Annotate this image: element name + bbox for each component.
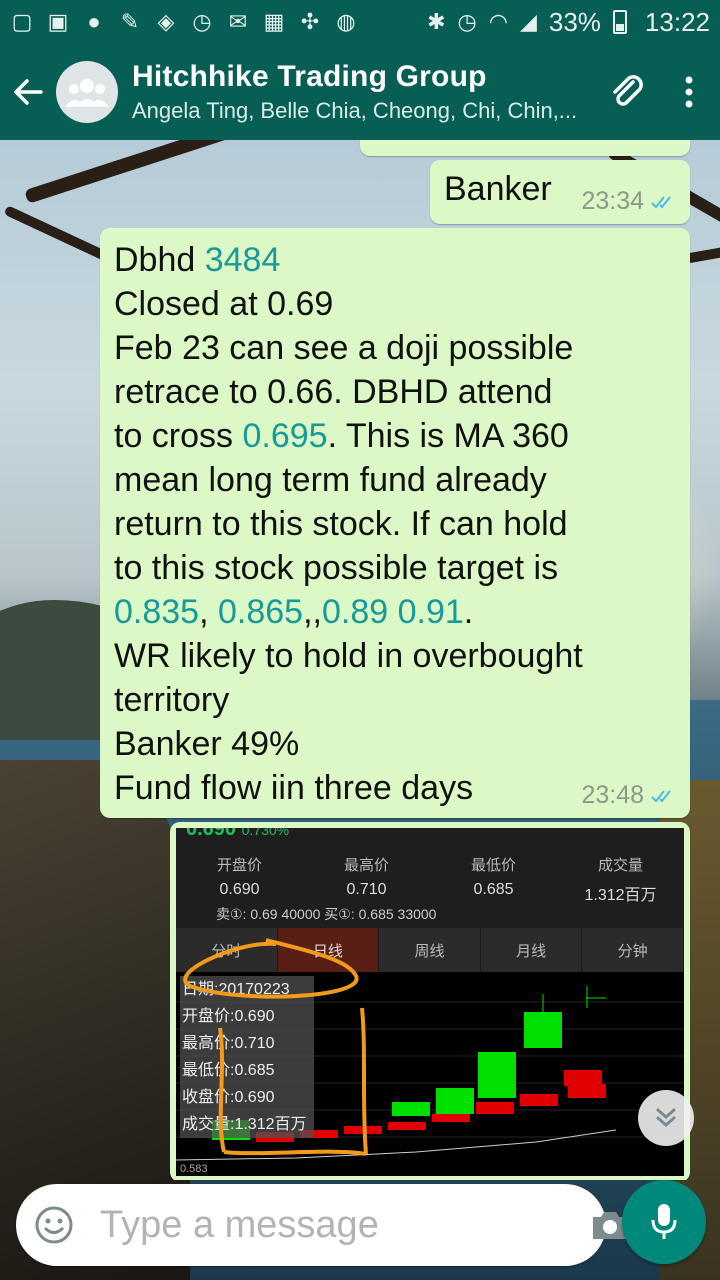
message-meta: 23:34 <box>581 187 678 216</box>
number-link[interactable]: 0.865 <box>218 593 303 631</box>
message-line: territory <box>114 681 230 719</box>
chat-icon: ◍ <box>336 9 356 34</box>
number-link[interactable]: 0.89 0.91 <box>322 593 464 631</box>
message-line: return to this stock. If can hold <box>114 505 568 543</box>
number-link[interactable]: 0.835 <box>114 593 199 631</box>
message-bubble[interactable]: Banker 23:34 <box>430 160 690 224</box>
alarm-icon: ◷ <box>192 9 212 34</box>
stock-screenshot[interactable]: 0.690 0.730% 开盘价 0.690 最高价 0.710 最低价 0.685 成交量… <box>176 828 684 1176</box>
pinwheel-icon: ✣ <box>300 9 320 34</box>
security-icon: ◈ <box>157 9 175 34</box>
message-line: to this stock possible target is <box>114 549 559 587</box>
message-line: Feb 23 can see a doji possible <box>114 329 574 367</box>
compose-bar <box>16 1184 627 1266</box>
system-status: ✱ ◷ ◠ ◢ 33% 13:22 <box>427 7 710 38</box>
number-link[interactable]: 0.695 <box>242 417 327 455</box>
smiley-icon <box>35 1206 73 1244</box>
chat-info[interactable]: Hitchhike Trading Group Angela Ting, Bel… <box>132 60 596 124</box>
message-time: 23:34 <box>581 187 644 215</box>
calendar-icon: ▦ <box>263 9 285 34</box>
message-line: Banker 49% <box>114 725 300 763</box>
orange-annotation <box>183 938 368 1156</box>
double-chevron-down-icon <box>656 1108 676 1127</box>
group-icon <box>65 79 109 107</box>
message-line: mean long term fund already <box>114 461 547 499</box>
message-meta: 23:48 <box>581 781 678 810</box>
back-arrow-icon <box>14 79 43 105</box>
notification-icons: ▢ ▣ ● ✎ ◈ ◷ ✉ ▦ ✣ ◍ <box>10 9 358 34</box>
message-text: . This is MA 360 <box>327 417 569 455</box>
group-members: Angela Ting, Belle Chia, Cheong, Chi, Ch… <box>132 98 578 123</box>
message-text: Dbhd <box>114 241 205 279</box>
message-input[interactable] <box>100 1203 589 1247</box>
bluetooth-icon: ✱ <box>427 9 446 34</box>
message-line: 0.835, 0.865,,0.89 0.91. <box>114 590 676 634</box>
message-line: to cross 0.695. This is MA 360 <box>114 414 676 458</box>
group-avatar[interactable] <box>56 61 118 123</box>
message-bubble[interactable]: Dbhd 3484 Closed at 0.69 Feb 23 can see … <box>100 228 690 818</box>
cleaner-icon: ✎ <box>120 9 140 34</box>
message-line: Dbhd 3484 <box>114 238 676 282</box>
message-list[interactable]: Banker 23:34 Dbhd 3484 Closed at 0.69 Fe… <box>0 140 720 1180</box>
clock: 13:22 <box>644 6 710 37</box>
message-text: . <box>463 593 474 631</box>
group-name: Hitchhike Trading Group <box>132 60 487 93</box>
more-vertical-icon <box>685 76 693 108</box>
paperclip-icon <box>613 75 643 106</box>
message-line: Closed at 0.69 <box>114 285 334 323</box>
attach-button[interactable] <box>596 44 658 140</box>
message-line: retrace to 0.66. DBHD attend <box>114 373 553 411</box>
read-receipt-icon <box>651 195 671 208</box>
signal-icon: ◢ <box>519 9 537 34</box>
voice-record-button[interactable] <box>622 1180 706 1264</box>
message-text: ,, <box>303 593 322 631</box>
back-button[interactable] <box>0 44 56 140</box>
image-message-bubble[interactable]: 0.690 0.730% 开盘价 0.690 最高价 0.710 最低价 0.685 成交量… <box>170 822 690 1180</box>
battery-icon <box>612 10 627 34</box>
scroll-to-bottom-button[interactable] <box>638 1090 694 1146</box>
mail-icon: ✉ <box>228 9 248 34</box>
chat-header: Hitchhike Trading Group Angela Ting, Bel… <box>0 44 720 140</box>
emoji-button[interactable] <box>34 1203 74 1247</box>
read-receipt-icon <box>651 789 671 802</box>
message-line: WR likely to hold in overbought <box>114 637 583 675</box>
phone-link[interactable]: 3484 <box>205 241 281 279</box>
notification-icon: ▢ <box>11 9 33 34</box>
status-bar: ▢ ▣ ● ✎ ◈ ◷ ✉ ▦ ✣ ◍ ✱ ◷ ◠ ◢ 33% 13:22 <box>0 0 720 44</box>
battery-percent: 33% <box>548 6 601 37</box>
alarm-icon: ◷ <box>457 9 477 34</box>
message-time: 23:48 <box>581 781 644 809</box>
message-text: to cross <box>114 417 243 455</box>
previous-message-bubble[interactable] <box>360 140 690 156</box>
message-text: , <box>199 593 218 631</box>
image-icon: ▣ <box>47 9 69 34</box>
wechat-icon: ● <box>87 9 101 34</box>
microphone-icon <box>651 1204 677 1239</box>
more-options-button[interactable] <box>658 44 720 140</box>
wifi-icon: ◠ <box>488 9 508 34</box>
